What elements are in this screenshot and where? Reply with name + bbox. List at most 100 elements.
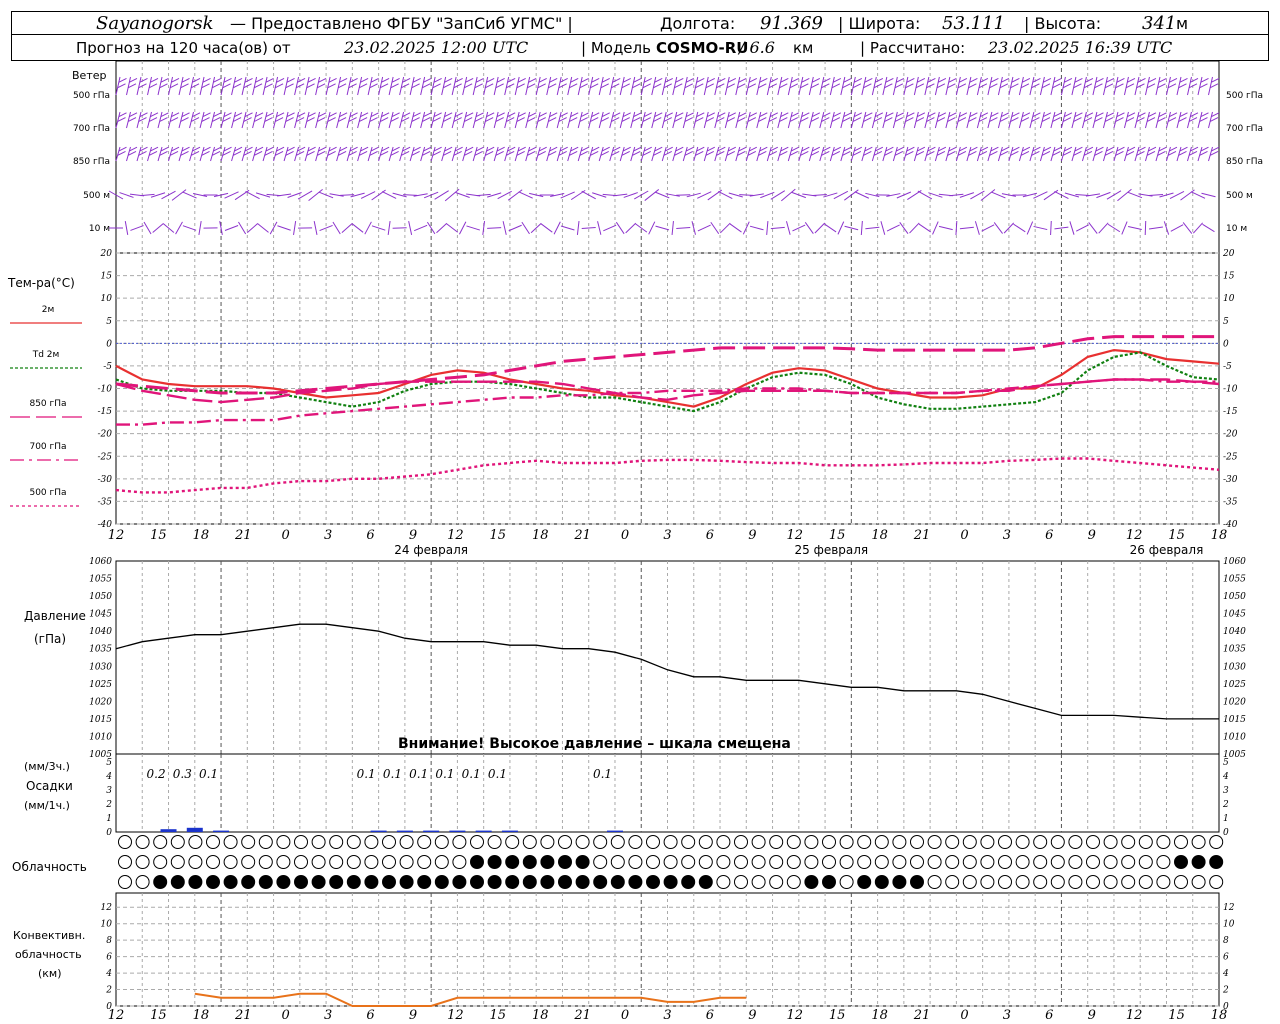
cloud-circle xyxy=(135,875,150,889)
wind-barb xyxy=(934,111,947,129)
wind-barb xyxy=(871,111,884,129)
precip-title: Осадки xyxy=(26,779,73,793)
wind-barb xyxy=(630,111,642,129)
temp-xtick-label: 21 xyxy=(913,528,931,543)
pressure-ytick-left: 1050 xyxy=(89,592,112,602)
cloud-circle xyxy=(206,855,220,869)
cloud-circle xyxy=(786,875,801,889)
cloud-circle xyxy=(294,835,308,849)
wind-barb xyxy=(182,225,197,231)
wind-barb xyxy=(892,111,905,129)
wind-barb xyxy=(651,76,663,96)
wind-barb xyxy=(997,111,1010,129)
wind-barb xyxy=(577,111,589,129)
pressure-ytick-left: 1060 xyxy=(89,557,112,567)
cloud-circle xyxy=(874,835,889,849)
conv-xtick-label: 18 xyxy=(193,1008,210,1023)
precip-unit-1h: (мм/1ч.) xyxy=(24,799,70,812)
cloud-circle xyxy=(927,855,942,869)
wind-barb xyxy=(147,76,159,96)
wind-barb xyxy=(115,76,127,96)
pressure-ytick-left: 1020 xyxy=(89,697,112,707)
temp-ytick-left: 10 xyxy=(101,294,113,304)
wind-barb xyxy=(798,76,810,96)
wind-level-label-right: 500 м xyxy=(1226,191,1253,201)
wind-barb xyxy=(1092,146,1104,162)
wind-barb xyxy=(880,221,886,235)
temp-xtick-label: 0 xyxy=(621,528,629,543)
wind-barb xyxy=(819,111,831,129)
wind-barb xyxy=(1013,223,1026,233)
wind-barb xyxy=(837,221,845,235)
wind-barb xyxy=(466,225,480,231)
wind-barb xyxy=(304,111,316,129)
cloud-circle xyxy=(769,835,784,849)
wind-barb xyxy=(865,226,880,230)
temp-legend-label: 850 гПа xyxy=(29,399,66,409)
station-name: Sayanogorsk xyxy=(96,13,214,34)
precip-amount-label: 0.1 xyxy=(593,767,612,781)
temp-ytick-left: -15 xyxy=(98,407,113,417)
wind-barb xyxy=(340,194,355,196)
wind-barb xyxy=(829,111,842,129)
wind-barb xyxy=(351,223,364,233)
provider-text: — Предоставлено ФГБУ "ЗапСиб УГМС" | xyxy=(230,14,573,33)
wind-barb xyxy=(850,146,863,162)
conv-xtick-label: 18 xyxy=(1211,1008,1228,1023)
cloud-circle xyxy=(170,855,185,869)
precip-amount-label: 0.2 xyxy=(147,767,166,781)
cloud-circle xyxy=(839,835,854,849)
wind-barb xyxy=(955,111,968,129)
cloud-circle xyxy=(910,855,924,869)
wind-barb xyxy=(597,221,602,235)
wind-barb xyxy=(703,146,715,162)
alt-value: 341 xyxy=(1142,13,1176,34)
wind-barb xyxy=(367,76,379,96)
conv-xtick-label: 3 xyxy=(324,1008,332,1023)
wind-barb xyxy=(724,76,736,96)
cloud-circle xyxy=(804,855,819,869)
wind-barb xyxy=(540,223,553,233)
cloudiness-title: Облачность xyxy=(12,860,87,874)
wind-barb xyxy=(178,111,190,129)
conv-xtick-label: 15 xyxy=(1168,1008,1185,1023)
cloud-circle xyxy=(206,835,220,849)
wind-barb xyxy=(934,146,947,162)
temp-xtick-label: 18 xyxy=(193,528,210,543)
cloud-circle xyxy=(382,855,396,869)
cloud-circle xyxy=(1068,855,1083,869)
conv-xtick-label: 6 xyxy=(1045,1008,1053,1023)
wind-barb xyxy=(640,76,652,96)
wind-barb xyxy=(808,76,821,96)
cloud-circle xyxy=(470,855,484,869)
wind-barb xyxy=(147,111,159,129)
temp-xtick-label: 15 xyxy=(150,528,167,543)
wind-barb xyxy=(381,191,397,199)
cloud-circle xyxy=(962,855,977,869)
wind-barb xyxy=(651,111,663,129)
precip-ytick-left: 2 xyxy=(105,800,112,810)
pressure-ytick-right: 1045 xyxy=(1223,610,1246,620)
wind-barb xyxy=(974,221,980,235)
temp-ytick-right: 10 xyxy=(1223,294,1235,304)
wind-barb xyxy=(777,76,789,96)
temp-xtick-label: 15 xyxy=(1168,528,1185,543)
wind-barb xyxy=(378,76,390,96)
cloud-circle xyxy=(258,855,273,869)
cloud-circle xyxy=(1138,855,1153,869)
wind-barb xyxy=(955,76,968,96)
wind-barb xyxy=(1106,190,1122,200)
precip-bar xyxy=(449,830,466,832)
wind-barb xyxy=(136,111,148,129)
precip-amount-label: 0.1 xyxy=(409,767,428,781)
wind-barb xyxy=(325,76,337,96)
wind-barb xyxy=(630,146,642,162)
wind-barb xyxy=(903,111,915,129)
conv-xtick-label: 18 xyxy=(871,1008,888,1023)
precip-ytick-right: 1 xyxy=(1223,814,1229,824)
wind-barb xyxy=(413,224,428,232)
cloud-circle xyxy=(804,875,819,889)
wind-barb xyxy=(273,111,285,129)
conv-xtick-label: 21 xyxy=(913,1008,931,1023)
pressure-ytick-left: 1045 xyxy=(89,610,112,620)
